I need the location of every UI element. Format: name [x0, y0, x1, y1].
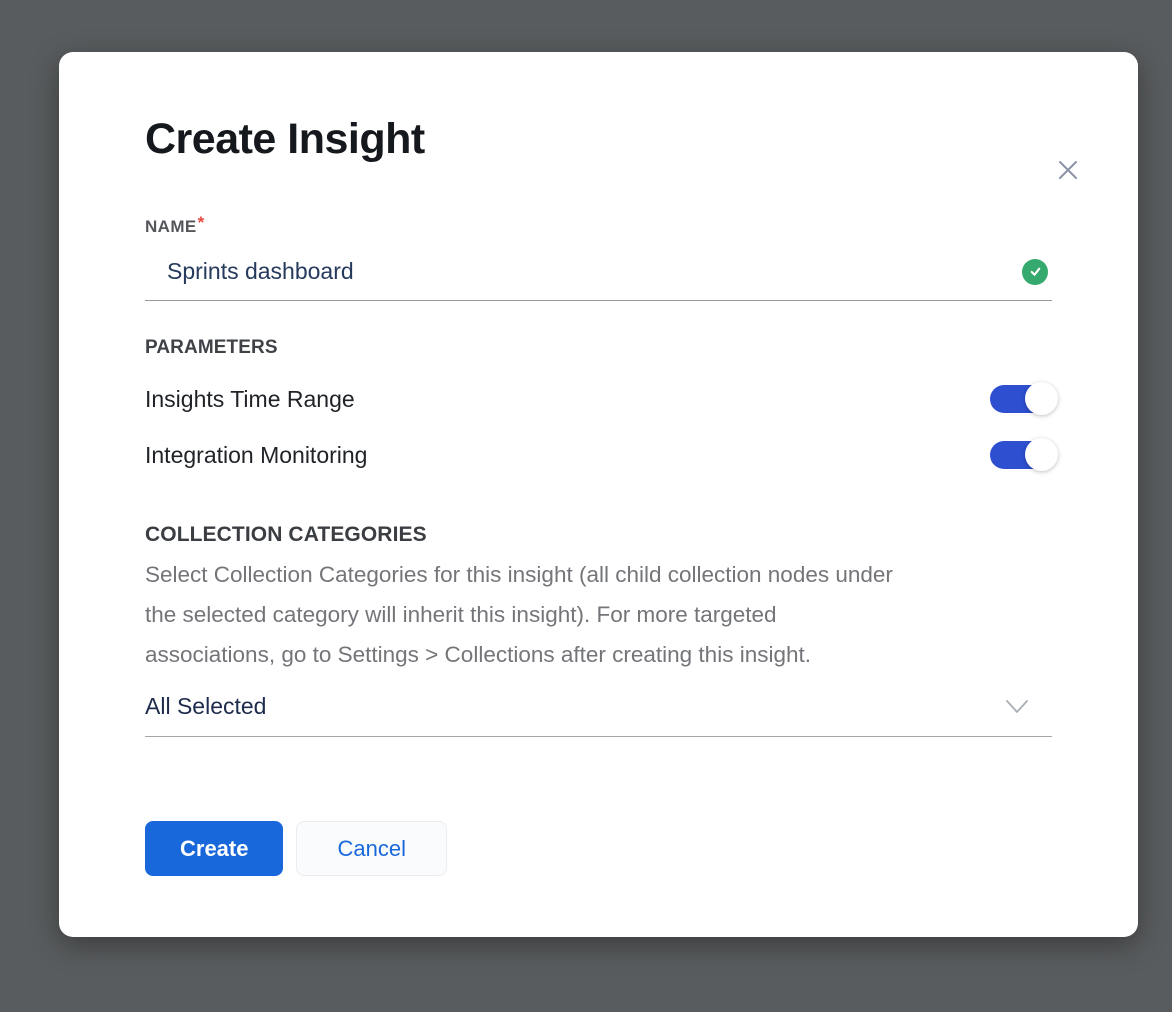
cancel-button[interactable]: Cancel — [296, 821, 446, 876]
param-label: Insights Time Range — [145, 386, 355, 413]
integration-monitoring-toggle[interactable] — [990, 441, 1052, 469]
close-x-glyph — [1053, 155, 1083, 185]
collection-categories-dropdown[interactable]: All Selected — [145, 693, 1052, 737]
required-asterisk: * — [198, 213, 205, 232]
collection-categories-heading: COLLECTION CATEGORIES — [145, 523, 1052, 547]
param-row-insights-time-range: Insights Time Range — [145, 383, 1052, 415]
toggle-knob — [1025, 382, 1058, 415]
collection-categories-description: Select Collection Categories for this in… — [145, 555, 1052, 675]
create-insight-dialog: Create Insight NAME* PARAMETERS Insights… — [59, 52, 1138, 937]
insights-time-range-toggle[interactable] — [990, 385, 1052, 413]
dialog-actions: Create Cancel — [145, 821, 1052, 876]
close-icon[interactable] — [1052, 154, 1084, 186]
page-title: Create Insight — [145, 113, 1052, 165]
name-input[interactable] — [165, 257, 1022, 286]
description-line: associations, go to Settings > Collectio… — [145, 635, 1052, 675]
param-row-integration-monitoring: Integration Monitoring — [145, 439, 1052, 471]
toggle-knob — [1025, 438, 1058, 471]
param-label: Integration Monitoring — [145, 442, 367, 469]
description-line: the selected category will inherit this … — [145, 595, 1052, 635]
modal-overlay: Create Insight NAME* PARAMETERS Insights… — [0, 0, 1172, 1012]
create-button[interactable]: Create — [145, 821, 283, 876]
parameters-heading: PARAMETERS — [145, 337, 1052, 359]
name-input-row — [145, 251, 1052, 301]
dropdown-selected-value: All Selected — [145, 693, 266, 720]
check-circle-icon — [1022, 259, 1048, 285]
name-field-label: NAME* — [145, 217, 1052, 237]
chevron-down-icon — [1004, 699, 1030, 715]
description-line: Select Collection Categories for this in… — [145, 555, 1052, 595]
